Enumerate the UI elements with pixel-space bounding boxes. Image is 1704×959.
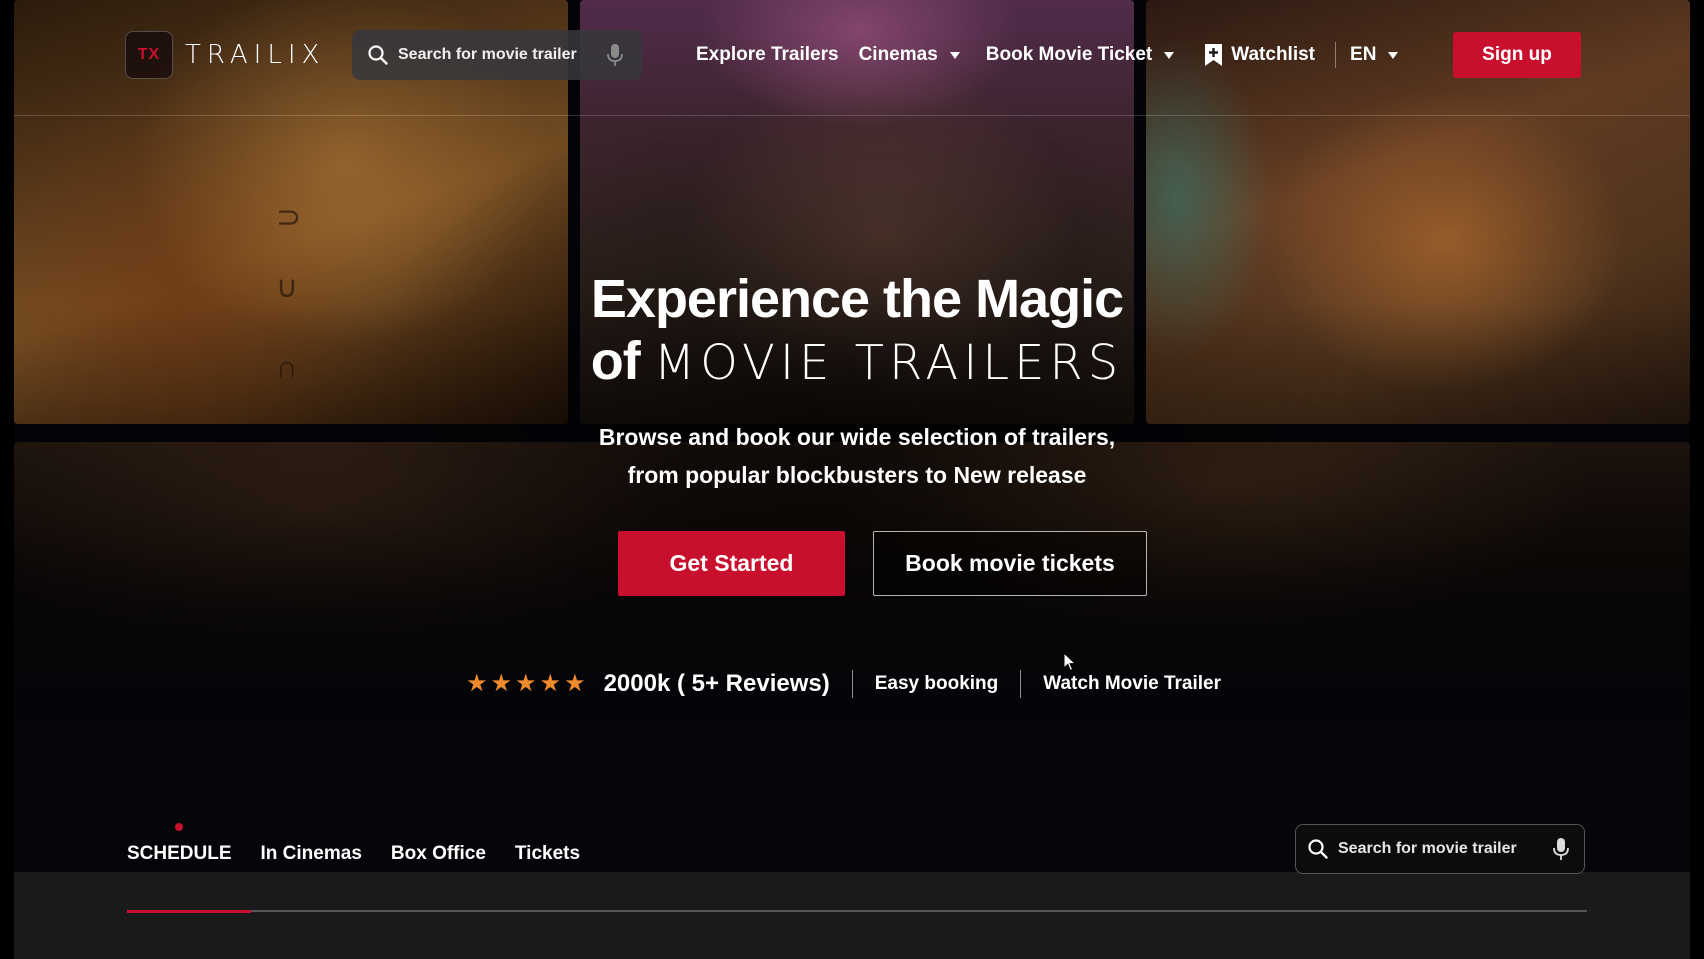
schedule-tabs: SCHEDULE In Cinemas Box Office Tickets xyxy=(127,843,580,865)
reviews-count: 2000k ( 5+ Reviews) xyxy=(603,670,830,697)
caret-down-icon xyxy=(1388,51,1399,59)
language-selector[interactable]: EN xyxy=(1350,44,1399,66)
hero-subtitle-line: Browse and book our wide selection of tr… xyxy=(598,424,1116,450)
hero-title: Experience the Magic xyxy=(590,269,1124,329)
search-icon xyxy=(368,45,388,65)
nav-book-movie-ticket[interactable]: Book Movie Ticket xyxy=(985,44,1175,66)
feature-easy-booking: Easy booking xyxy=(874,673,999,694)
site-header: TX TRAILIX Search for movie trailer Expl… xyxy=(14,0,1690,116)
nav-watchlist[interactable]: Watchlist xyxy=(1204,43,1315,67)
language-label: EN xyxy=(1350,44,1377,65)
microphone-icon[interactable] xyxy=(1550,838,1572,860)
tab-box-office[interactable]: Box Office xyxy=(391,843,486,865)
header-search-bar[interactable]: Search for movie trailer xyxy=(352,30,642,80)
tab-progress-track xyxy=(127,910,1587,913)
get-started-button[interactable]: Get Started xyxy=(618,531,845,596)
tab-progress-fill xyxy=(127,910,252,913)
nav-book-label: Book Movie Ticket xyxy=(985,44,1153,65)
nav-cinemas-label: Cinemas xyxy=(858,44,938,65)
nav-explore-trailers[interactable]: Explore Trailers xyxy=(696,44,839,66)
hero-title-of: of xyxy=(590,331,641,391)
feature-watch-trailer[interactable]: Watch Movie Trailer xyxy=(1043,673,1221,695)
hero-title-line2: of MOVIE TRAILERS xyxy=(14,330,1690,394)
star-icon: ★ xyxy=(466,670,488,697)
browser-viewport: ⊃ ∪ ∩ TX TRAILIX Search for movie traile… xyxy=(0,0,1704,959)
caret-down-icon xyxy=(949,51,960,59)
brand-logo[interactable]: TX TRAILIX xyxy=(125,31,325,79)
nav-divider xyxy=(1335,42,1337,68)
tab-in-cinemas[interactable]: In Cinemas xyxy=(261,843,362,865)
microphone-icon[interactable] xyxy=(604,44,626,66)
bookmark-plus-icon xyxy=(1205,44,1223,66)
schedule-search-input[interactable]: Search for movie trailer xyxy=(1338,840,1550,858)
logo-mark: TX xyxy=(125,31,173,79)
mouse-cursor-icon xyxy=(1063,652,1077,672)
nav-watchlist-label: Watchlist xyxy=(1231,44,1316,65)
nav-cinemas[interactable]: Cinemas xyxy=(859,44,960,66)
page: ⊃ ∪ ∩ TX TRAILIX Search for movie traile… xyxy=(14,0,1690,959)
rating-stars: ★ ★ ★ ★ ★ xyxy=(466,672,586,696)
hero-subtitle: Browse and book our wide selection of tr… xyxy=(14,418,1690,494)
star-icon: ★ xyxy=(490,670,513,697)
tab-tickets[interactable]: Tickets xyxy=(515,843,580,865)
active-tab-indicator xyxy=(175,823,183,831)
search-input[interactable]: Search for movie trailer xyxy=(398,46,604,64)
stat-divider xyxy=(851,670,853,698)
schedule-search-bar[interactable]: Search for movie trailer xyxy=(1295,824,1585,874)
schedule-panel xyxy=(14,872,1690,959)
star-icon: ★ xyxy=(515,670,537,697)
tab-schedule[interactable]: SCHEDULE xyxy=(127,843,232,865)
signup-button[interactable]: Sign up xyxy=(1453,32,1581,78)
hero-title-accent: MOVIE TRAILERS xyxy=(653,335,1124,391)
stat-divider xyxy=(1020,670,1022,698)
hero-stats: ★ ★ ★ ★ ★ 2000k ( 5+ Reviews) Easy booking W… xyxy=(466,664,1221,704)
search-icon xyxy=(1308,839,1328,859)
star-icon: ★ xyxy=(539,670,562,697)
logo-wordmark: TRAILIX xyxy=(185,40,326,70)
main-nav: Explore Trailers Cinemas Book Movie Tick… xyxy=(696,30,1399,80)
hero-subtitle-line: from popular blockbusters to New release xyxy=(627,462,1087,488)
book-movie-tickets-button[interactable]: Book movie tickets xyxy=(873,531,1147,596)
star-icon: ★ xyxy=(564,670,586,697)
caret-down-icon xyxy=(1164,51,1175,59)
